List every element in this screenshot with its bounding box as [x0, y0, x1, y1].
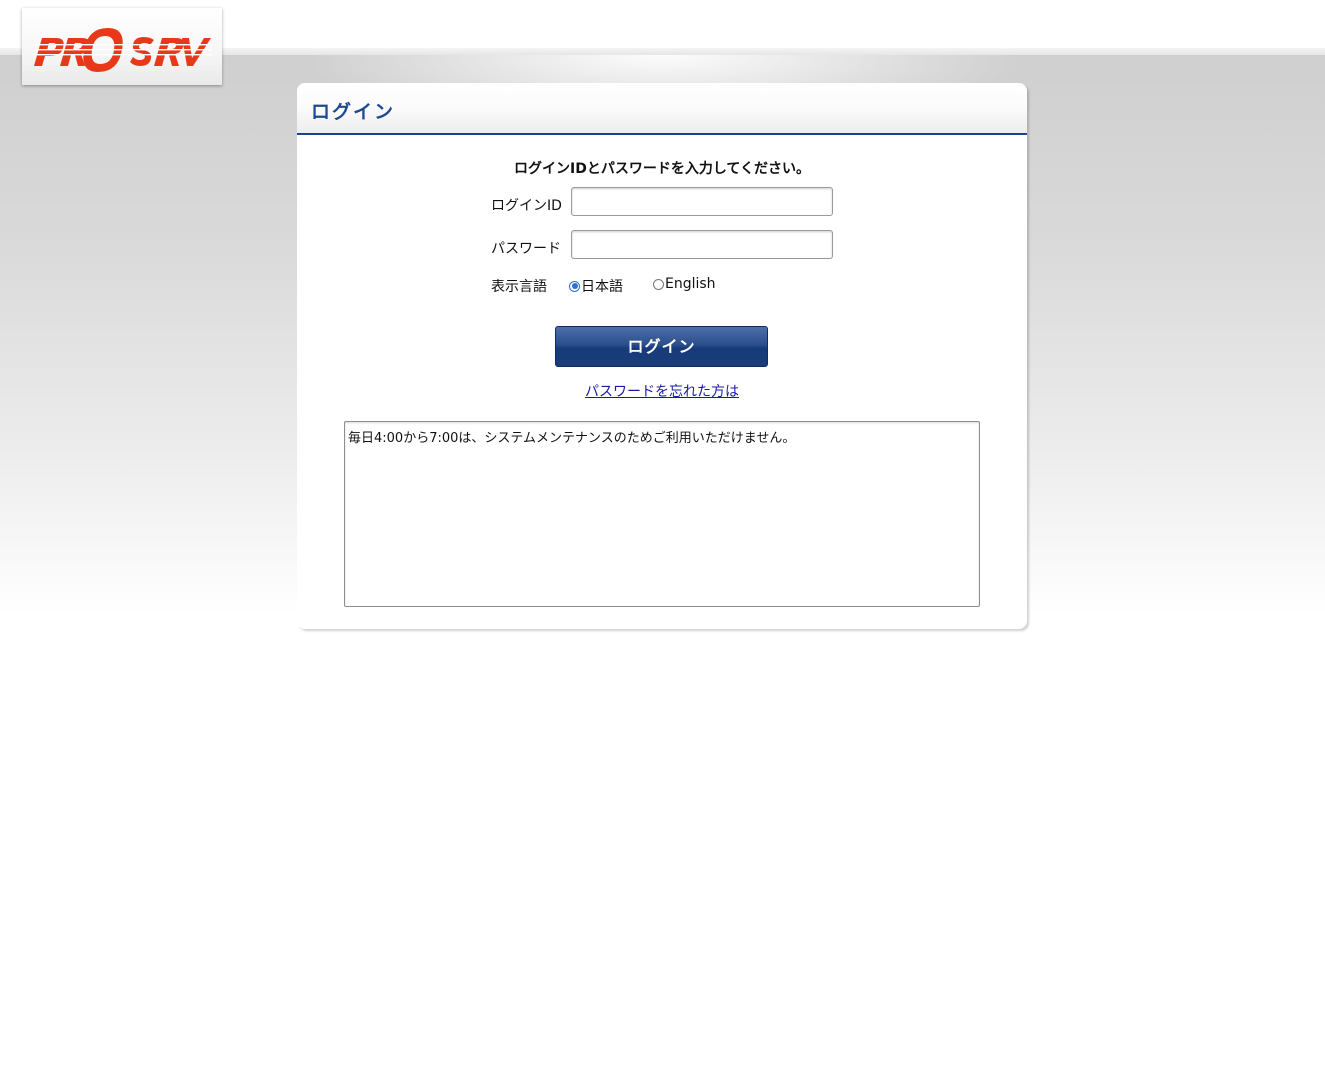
brand-logo[interactable] [22, 8, 222, 85]
login-instruction: ログインIDとパスワードを入力してください。 [514, 161, 810, 177]
language-option-label: 日本語 [581, 279, 623, 295]
forgot-password-link-text[interactable]: パスワードを忘れた方は [585, 384, 739, 400]
radio-english[interactable] [653, 278, 664, 290]
maintenance-notice-text: 毎日4:00から7:00は、システムメンテナンスのためご利用いただけません。 [348, 431, 796, 446]
password-input[interactable] [571, 230, 833, 259]
maintenance-notice-box[interactable]: 毎日4:00から7:00は、システムメンテナンスのためご利用いただけません。 [344, 421, 980, 607]
password-label: パスワード [491, 241, 561, 257]
language-option-english[interactable]: English [653, 276, 716, 292]
login-panel: ログイン ログインIDとパスワードを入力してください。 ログインID パスワード… [297, 83, 1027, 629]
login-id-label: ログインID [491, 198, 562, 214]
language-option-japanese[interactable]: 日本語 [569, 276, 623, 296]
forgot-password-link: パスワードを忘れた方は [297, 381, 1027, 401]
panel-header: ログイン [297, 83, 1027, 135]
login-button[interactable]: ログイン [555, 326, 768, 367]
panel-title: ログイン [311, 101, 396, 123]
display-language-label: 表示言語 [491, 279, 547, 295]
prosrv-logo-icon [32, 28, 212, 72]
radio-japanese[interactable] [569, 280, 580, 292]
login-id-input[interactable] [571, 187, 833, 216]
language-option-label: English [665, 276, 716, 292]
